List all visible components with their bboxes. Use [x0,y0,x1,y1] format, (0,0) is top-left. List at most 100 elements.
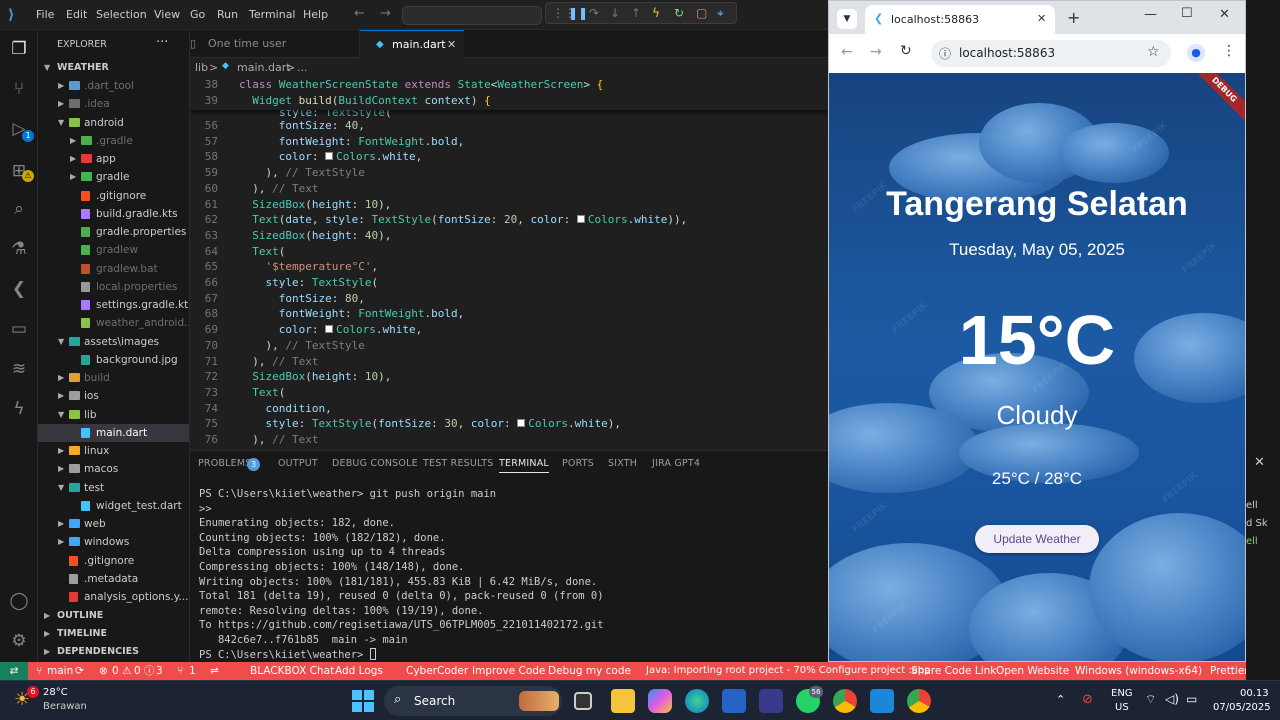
tree-item[interactable]: ▶ linux [38,442,189,460]
status-prettier[interactable]: Prettier [1210,662,1249,680]
weather-desc[interactable]: Berawan [43,701,87,712]
inspect-icon[interactable]: ⌖ [717,6,724,21]
tree-item[interactable]: ▼ lib [38,406,189,424]
tray-chevron-icon[interactable]: ⌃ [1056,693,1065,706]
reload-icon[interactable]: ↻ [900,43,912,59]
update-weather-button[interactable]: Update Weather [975,525,1099,553]
panel-tab-debug-console[interactable]: DEBUG CONSOLE [332,458,418,469]
menu-run[interactable]: Run [217,8,238,21]
status-debug-my-code[interactable]: Debug my code [548,662,631,680]
section-dependencies[interactable]: ▶ DEPENDENCIES [38,643,189,661]
nav-forward-icon[interactable]: → [380,6,391,21]
panel-tab-sixth[interactable]: SIXTH [608,458,637,469]
breadcrumb-folder[interactable]: lib [195,61,208,74]
tree-item[interactable]: gradlew.bat [38,260,189,278]
file-explorer-icon[interactable] [611,689,635,713]
store-icon[interactable] [722,689,746,713]
panel-tab-output[interactable]: OUTPUT [278,458,318,469]
panel-tab-jira-gpt4[interactable]: JIRA GPT4 [652,458,700,469]
menu-terminal[interactable]: Terminal [249,8,296,21]
bookmark-star-icon[interactable]: ☆ [1147,44,1160,60]
flutter-icon[interactable]: ❮ [8,278,30,300]
nav-back-icon[interactable]: ← [354,6,365,21]
tree-item[interactable]: ▶ build [38,369,189,387]
forward-icon[interactable]: → [870,44,882,60]
tree-item[interactable]: ▶ windows [38,533,189,551]
lightning-icon[interactable]: ϟ [8,398,30,420]
tree-item[interactable]: ▶ macos [38,460,189,478]
tree-item[interactable]: weather_android... [38,314,189,332]
menu-kebab-icon[interactable]: ⋮ [1222,43,1236,59]
ports-count[interactable]: 1 [189,662,196,680]
tree-item[interactable]: ▶ .idea [38,95,189,113]
start-button-icon[interactable] [352,690,374,712]
menu-view[interactable]: View [154,8,180,21]
tree-item[interactable]: ▶ ios [38,387,189,405]
tree-item[interactable]: ▶ app [38,150,189,168]
sync-icon[interactable]: ⟳ [75,662,84,680]
tree-item[interactable]: ▶ web [38,515,189,533]
menu-selection[interactable]: Selection [96,8,147,21]
stop-icon[interactable]: ▢ [696,6,707,20]
tree-item[interactable]: settings.gradle.kts [38,296,189,314]
panel-tab-test-results[interactable]: TEST RESULTS [423,458,493,469]
remote-explorer-icon[interactable]: ▭ [8,318,30,340]
task-view-icon[interactable] [574,692,592,710]
copilot-icon[interactable] [648,689,672,713]
breadcrumb-file[interactable]: main.dart [237,61,291,74]
testing-icon[interactable]: ⚗ [8,238,30,260]
menu-edit[interactable]: Edit [66,8,87,21]
search-icon[interactable]: ⌕ [8,198,30,220]
tab-main-dart[interactable]: ◆ main.dart ✕ [360,30,464,58]
menu-go[interactable]: Go [190,8,205,21]
tree-item[interactable]: .gitignore [38,187,189,205]
tab-registration[interactable]: ▯ One time user Registeration [190,30,360,78]
language-code[interactable]: ENG [1111,688,1133,699]
region-code[interactable]: US [1115,702,1129,713]
section-timeline[interactable]: ▶ TIMELINE [38,625,189,643]
tab-list-icon[interactable]: ▼ [837,9,857,29]
status-add-logs[interactable]: Add Logs [335,662,383,680]
command-center-search[interactable] [402,6,542,25]
hot-reload-icon[interactable]: ϟ [652,6,660,20]
panel-tab-ports[interactable]: PORTS [562,458,594,469]
close-tab-icon[interactable]: ✕ [447,31,456,59]
debug-icon[interactable]: ⇌ [210,662,219,680]
tree-item[interactable]: background.jpg [38,351,189,369]
battery-icon[interactable]: ▭ [1186,692,1197,706]
code-editor[interactable]: 38 class WeatherScreenState extends State… [190,76,828,450]
status-blackbox[interactable]: BLACKBOX Chat [250,662,334,680]
new-tab-icon[interactable]: + [1067,8,1080,27]
tree-item[interactable]: build.gradle.kts [38,205,189,223]
terminal-output[interactable]: PS C:\Users\kiiet\weather> git push orig… [199,487,819,662]
tree-item[interactable]: .metadata [38,570,189,588]
status-java-import[interactable]: Java: Importing root project - 70% Confi… [646,662,931,680]
profile-avatar-icon[interactable]: ● [1187,44,1205,62]
status-cybercoder[interactable]: CyberCoder [406,662,468,680]
root-folder-weather[interactable]: ▼ WEATHER [38,59,189,77]
weather-temp[interactable]: 28°C [43,687,68,698]
panel-tab-terminal[interactable]: TERMINAL [499,458,549,473]
menu-file[interactable]: File [36,8,54,21]
tree-item[interactable]: ▶ .gradle [38,132,189,150]
status-device[interactable]: Windows (windows-x64) [1075,662,1202,680]
tree-item[interactable]: ▶ .dart_tool [38,77,189,95]
step-out-icon[interactable]: ↑ [631,6,641,20]
branch-name[interactable]: main [47,662,73,680]
info-count[interactable]: 3 [156,662,163,680]
source-control-icon[interactable]: ⑂ [8,78,30,100]
status-improve-code[interactable]: Improve Code [472,662,545,680]
chrome-icon[interactable] [833,689,857,713]
close-window-icon[interactable]: ✕ [1219,7,1230,22]
vscode-icon[interactable] [870,689,894,713]
restart-icon[interactable]: ↻ [674,6,684,20]
explorer-icon[interactable]: ❐ [8,38,30,60]
tree-item[interactable]: gradlew [38,241,189,259]
volume-icon[interactable]: ◁) [1165,692,1179,706]
tree-item[interactable]: .gitignore [38,552,189,570]
status-share-code[interactable]: Share Code Link [911,662,996,680]
app-icon[interactable] [759,689,783,713]
clock-time[interactable]: 00.13 [1240,688,1269,699]
tree-item[interactable]: gradle.properties [38,223,189,241]
browser-tab[interactable]: ❮ localhost:58863 ✕ [865,5,1055,34]
